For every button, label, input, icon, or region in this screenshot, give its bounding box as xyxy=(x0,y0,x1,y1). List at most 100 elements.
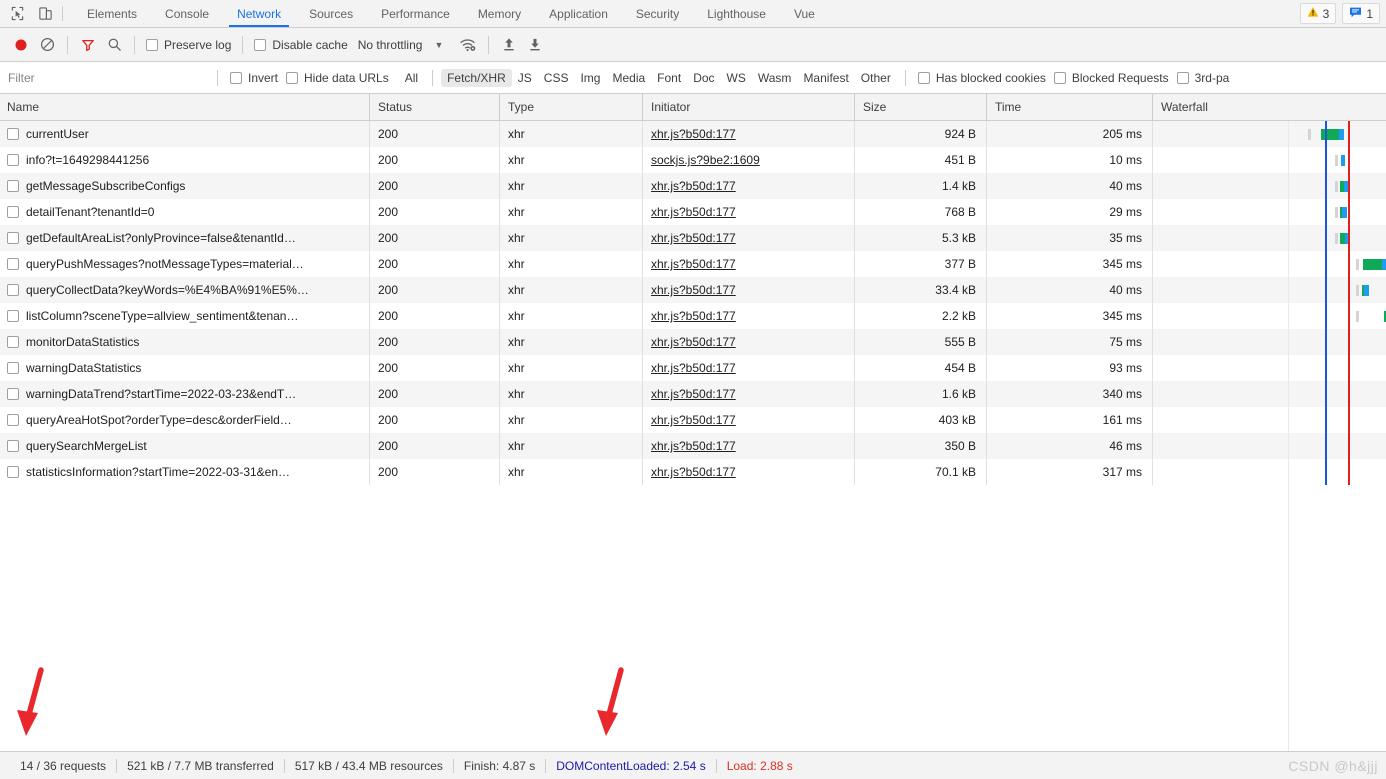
cell-name[interactable]: queryAreaHotSpot?orderType=desc&orderFie… xyxy=(0,407,370,433)
tab-console[interactable]: Console xyxy=(151,0,223,27)
row-checkbox[interactable] xyxy=(7,206,19,218)
row-checkbox[interactable] xyxy=(7,388,19,400)
cell-name[interactable]: info?t=1649298441256 xyxy=(0,147,370,173)
table-row[interactable]: currentUser 200 xhr xhr.js?b50d:177 924 B 205… xyxy=(0,121,1386,147)
type-filter-font[interactable]: Font xyxy=(651,69,687,87)
row-checkbox[interactable] xyxy=(7,336,19,348)
clear-button[interactable] xyxy=(34,32,60,58)
table-row[interactable]: warningDataStatistics 200 xhr xhr.js?b50d:1… xyxy=(0,355,1386,381)
row-checkbox[interactable] xyxy=(7,362,19,374)
disable-cache-checkbox[interactable]: Disable cache xyxy=(250,38,351,52)
row-checkbox[interactable] xyxy=(7,440,19,452)
initiator-link[interactable]: xhr.js?b50d:177 xyxy=(651,205,736,219)
tab-application[interactable]: Application xyxy=(535,0,622,27)
message-counter[interactable]: 1 xyxy=(1342,3,1380,24)
cell-name[interactable]: monitorDataStatistics xyxy=(0,329,370,355)
tab-lighthouse[interactable]: Lighthouse xyxy=(693,0,780,27)
type-filter-js[interactable]: JS xyxy=(512,69,538,87)
initiator-link[interactable]: xhr.js?b50d:177 xyxy=(651,257,736,271)
export-har-icon[interactable] xyxy=(522,32,548,58)
cell-name[interactable]: detailTenant?tenantId=0 xyxy=(0,199,370,225)
tab-elements[interactable]: Elements xyxy=(73,0,151,27)
column-header-time[interactable]: Time xyxy=(987,94,1153,120)
column-header-status[interactable]: Status xyxy=(370,94,500,120)
initiator-link[interactable]: xhr.js?b50d:177 xyxy=(651,335,736,349)
row-checkbox[interactable] xyxy=(7,414,19,426)
column-header-waterfall[interactable]: Waterfall xyxy=(1153,94,1386,120)
cell-name[interactable]: queryPushMessages?notMessageTypes=materi… xyxy=(0,251,370,277)
filter-button[interactable] xyxy=(75,32,101,58)
type-filter-media[interactable]: Media xyxy=(606,69,651,87)
table-row[interactable]: warningDataTrend?startTime=2022-03-23&en… xyxy=(0,381,1386,407)
row-checkbox[interactable] xyxy=(7,180,19,192)
table-row[interactable]: getMessageSubscribeConfigs 200 xhr xhr.js?b… xyxy=(0,173,1386,199)
cell-name[interactable]: statisticsInformation?startTime=2022-03-… xyxy=(0,459,370,485)
initiator-link[interactable]: xhr.js?b50d:177 xyxy=(651,387,736,401)
table-row[interactable]: listColumn?sceneType=allview_sentiment&t… xyxy=(0,303,1386,329)
tab-network[interactable]: Network xyxy=(223,0,295,27)
column-header-type[interactable]: Type xyxy=(500,94,643,120)
table-row[interactable]: monitorDataStatistics 200 xhr xhr.js?b50d:1… xyxy=(0,329,1386,355)
tab-vue[interactable]: Vue xyxy=(780,0,829,27)
table-row[interactable]: queryAreaHotSpot?orderType=desc&orderFie… xyxy=(0,407,1386,433)
cell-name[interactable]: queryCollectData?keyWords=%E4%BA%91%E5%… xyxy=(0,277,370,303)
row-checkbox[interactable] xyxy=(7,466,19,478)
row-checkbox[interactable] xyxy=(7,258,19,270)
initiator-link[interactable]: xhr.js?b50d:177 xyxy=(651,231,736,245)
type-filter-ws[interactable]: WS xyxy=(721,69,752,87)
type-filter-wasm[interactable]: Wasm xyxy=(752,69,798,87)
table-row[interactable]: detailTenant?tenantId=0 200 xhr xhr.js?b50d… xyxy=(0,199,1386,225)
type-filter-other[interactable]: Other xyxy=(855,69,897,87)
chevron-down-icon[interactable]: ▼ xyxy=(434,40,443,50)
type-filter-img[interactable]: Img xyxy=(574,69,606,87)
cell-name[interactable]: getDefaultAreaList?onlyProvince=false&te… xyxy=(0,225,370,251)
cell-name[interactable]: warningDataTrend?startTime=2022-03-23&en… xyxy=(0,381,370,407)
table-row[interactable]: statisticsInformation?startTime=2022-03-… xyxy=(0,459,1386,485)
inspect-element-icon[interactable] xyxy=(8,5,26,23)
type-filter-manifest[interactable]: Manifest xyxy=(797,69,854,87)
initiator-link[interactable]: xhr.js?b50d:177 xyxy=(651,361,736,375)
column-header-name[interactable]: Name xyxy=(0,94,370,120)
device-toolbar-icon[interactable] xyxy=(36,5,54,23)
row-checkbox[interactable] xyxy=(7,284,19,296)
type-filter-css[interactable]: CSS xyxy=(538,69,575,87)
tab-sources[interactable]: Sources xyxy=(295,0,367,27)
tab-performance[interactable]: Performance xyxy=(367,0,464,27)
cell-name[interactable]: getMessageSubscribeConfigs xyxy=(0,173,370,199)
tab-memory[interactable]: Memory xyxy=(464,0,535,27)
column-header-size[interactable]: Size xyxy=(855,94,987,120)
row-checkbox[interactable] xyxy=(7,232,19,244)
third-party-requests-checkbox[interactable]: 3rd-pa xyxy=(1173,71,1234,85)
column-header-initiator[interactable]: Initiator xyxy=(643,94,855,120)
record-button[interactable] xyxy=(8,32,34,58)
warning-counter[interactable]: 3 xyxy=(1299,3,1337,24)
preserve-log-checkbox[interactable]: Preserve log xyxy=(142,38,235,52)
table-row[interactable]: queryCollectData?keyWords=%E4%BA%91%E5%…… xyxy=(0,277,1386,303)
initiator-link[interactable]: sockjs.js?9be2:1609 xyxy=(651,153,760,167)
cell-name[interactable]: warningDataStatistics xyxy=(0,355,370,381)
table-row[interactable]: getDefaultAreaList?onlyProvince=false&te… xyxy=(0,225,1386,251)
type-filter-all[interactable]: All xyxy=(399,69,424,87)
hide-data-urls-checkbox[interactable]: Hide data URLs xyxy=(282,71,393,85)
row-checkbox[interactable] xyxy=(7,310,19,322)
initiator-link[interactable]: xhr.js?b50d:177 xyxy=(651,413,736,427)
table-row[interactable]: info?t=1649298441256 200 xhr sockjs.js?9be2… xyxy=(0,147,1386,173)
row-checkbox[interactable] xyxy=(7,154,19,166)
cell-name[interactable]: currentUser xyxy=(0,121,370,147)
blocked-requests-checkbox[interactable]: Blocked Requests xyxy=(1050,71,1173,85)
search-button[interactable] xyxy=(101,32,127,58)
filter-input[interactable] xyxy=(4,67,209,88)
row-checkbox[interactable] xyxy=(7,128,19,140)
invert-checkbox[interactable]: Invert xyxy=(226,71,282,85)
initiator-link[interactable]: xhr.js?b50d:177 xyxy=(651,465,736,479)
initiator-link[interactable]: xhr.js?b50d:177 xyxy=(651,309,736,323)
throttling-select[interactable]: No throttling xyxy=(352,38,423,52)
initiator-link[interactable]: xhr.js?b50d:177 xyxy=(651,283,736,297)
cell-name[interactable]: listColumn?sceneType=allview_sentiment&t… xyxy=(0,303,370,329)
type-filter-doc[interactable]: Doc xyxy=(687,69,720,87)
initiator-link[interactable]: xhr.js?b50d:177 xyxy=(651,439,736,453)
table-row[interactable]: queryPushMessages?notMessageTypes=materi… xyxy=(0,251,1386,277)
initiator-link[interactable]: xhr.js?b50d:177 xyxy=(651,179,736,193)
tab-security[interactable]: Security xyxy=(622,0,693,27)
initiator-link[interactable]: xhr.js?b50d:177 xyxy=(651,127,736,141)
